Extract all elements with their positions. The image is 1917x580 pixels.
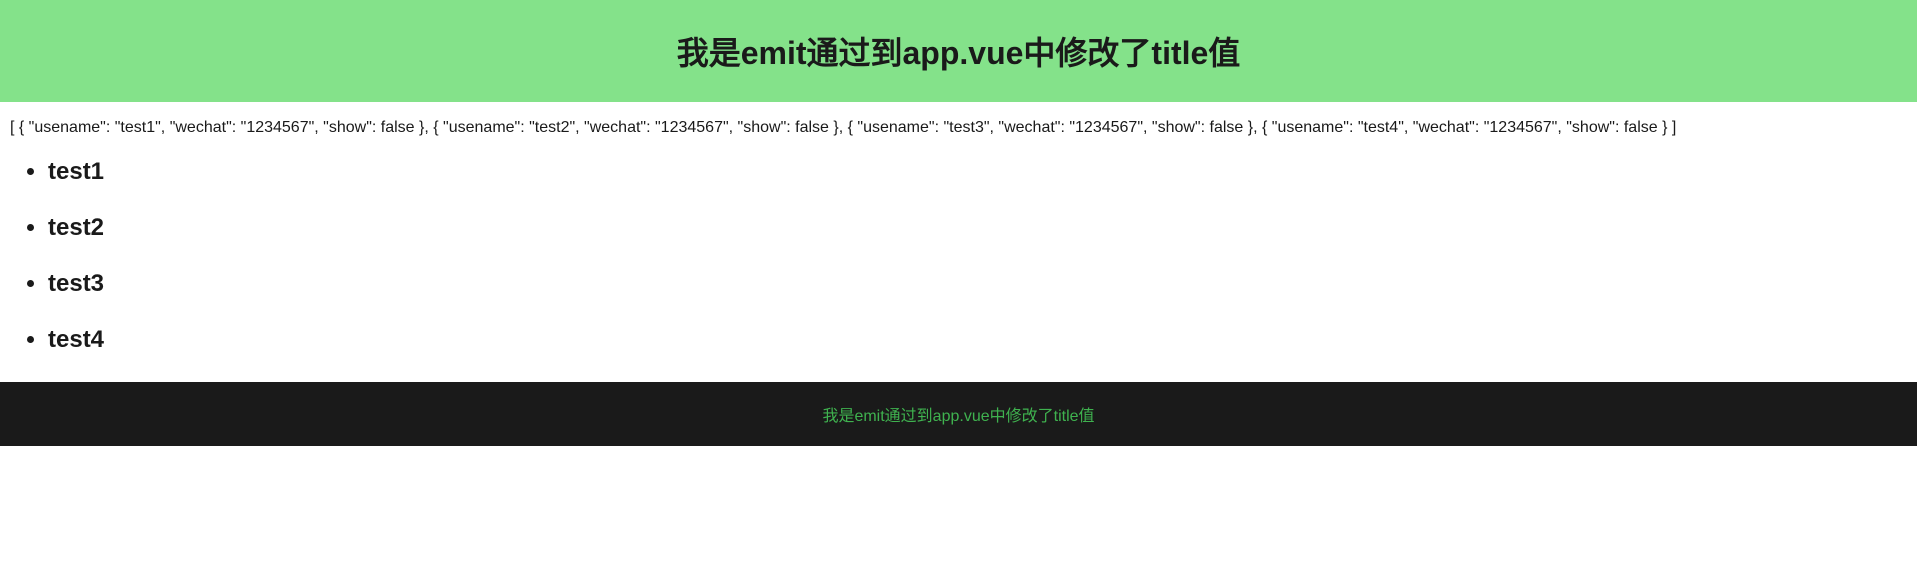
page-title: 我是emit通过到app.vue中修改了title值	[0, 28, 1917, 74]
list-item: test3	[48, 270, 1917, 298]
list-item: test4	[48, 326, 1917, 354]
footer-banner: 我是emit通过到app.vue中修改了title值	[0, 382, 1917, 446]
list-item: test2	[48, 214, 1917, 242]
footer-text: 我是emit通过到app.vue中修改了title值	[822, 408, 1094, 425]
user-list: test1 test2 test3 test4	[0, 158, 1917, 354]
list-item: test1	[48, 158, 1917, 186]
json-data-display: [ { "usename": "test1", "wechat": "12345…	[0, 116, 1917, 140]
header-banner: 我是emit通过到app.vue中修改了title值	[0, 0, 1917, 102]
